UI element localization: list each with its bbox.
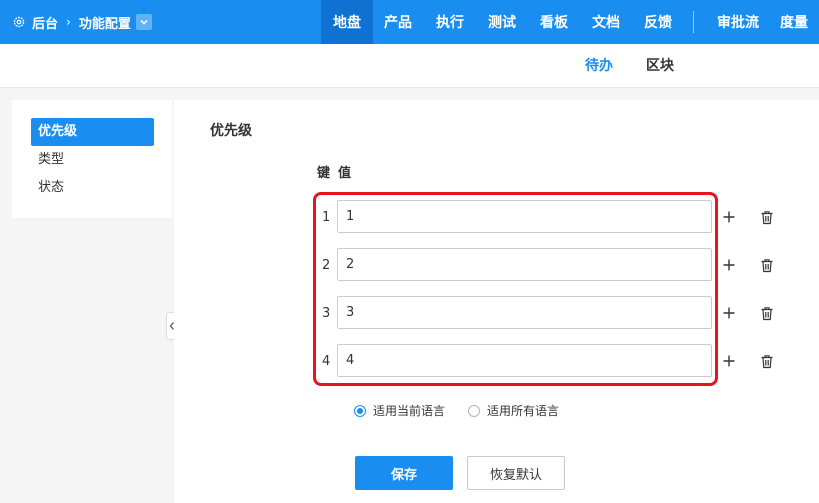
- plus-icon[interactable]: [720, 208, 738, 226]
- main-panel: 优先级 键 值 1 2 3 4 适用当前语言 适用所有语言: [174, 100, 819, 503]
- breadcrumb-current[interactable]: 功能配置: [79, 13, 131, 32]
- value-column-header: 值: [338, 166, 352, 181]
- breadcrumb: 后台 › 功能配置: [12, 0, 152, 44]
- value-input-4[interactable]: [337, 344, 712, 377]
- tab-todo[interactable]: 待办: [585, 44, 613, 88]
- save-button[interactable]: 保存: [355, 456, 453, 490]
- row-key-2: 2: [322, 258, 331, 273]
- radio-dot[interactable]: [468, 404, 480, 417]
- radio-label-all-languages: 适用所有语言: [487, 404, 560, 418]
- top-navbar: 后台 › 功能配置 地盘 产品 执行 测试 看板 文档 反馈 审批流 度量: [0, 0, 819, 44]
- breadcrumb-root[interactable]: 后台: [32, 13, 58, 32]
- plus-icon[interactable]: [720, 352, 738, 370]
- sidebar-item-priority[interactable]: 优先级: [31, 118, 154, 146]
- nav-divider: [693, 11, 694, 33]
- trash-icon[interactable]: [758, 256, 776, 274]
- sidebar-item-type[interactable]: 类型: [31, 146, 154, 174]
- row-key-4: 4: [322, 354, 331, 369]
- sidebar-item-status[interactable]: 状态: [31, 174, 154, 202]
- nav-item-test[interactable]: 测试: [479, 0, 525, 44]
- value-input-2[interactable]: [337, 248, 712, 281]
- nav-item-feedback[interactable]: 反馈: [635, 0, 681, 44]
- sidebar: 优先级 类型 状态: [12, 100, 172, 218]
- nav-item-doc[interactable]: 文档: [583, 0, 629, 44]
- reset-default-button[interactable]: 恢复默认: [467, 456, 565, 490]
- trash-icon[interactable]: [758, 352, 776, 370]
- chevron-down-icon[interactable]: [135, 14, 152, 30]
- chevron-right-icon: ›: [66, 15, 71, 29]
- nav-item-approval[interactable]: 审批流: [705, 0, 771, 44]
- tab-block[interactable]: 区块: [646, 44, 674, 88]
- value-input-1[interactable]: [337, 200, 712, 233]
- trash-icon[interactable]: [758, 304, 776, 322]
- plus-icon[interactable]: [720, 304, 738, 322]
- nav-item-metrics[interactable]: 度量: [772, 0, 816, 44]
- nav-item-dashboard[interactable]: 地盘: [321, 0, 373, 44]
- key-column-header: 键: [317, 166, 331, 181]
- nav-item-product[interactable]: 产品: [375, 0, 421, 44]
- value-input-3[interactable]: [337, 296, 712, 329]
- nav-item-kanban[interactable]: 看板: [531, 0, 577, 44]
- radio-dot[interactable]: [354, 404, 366, 417]
- radio-all-languages[interactable]: 适用所有语言: [468, 402, 559, 419]
- trash-icon[interactable]: [758, 208, 776, 226]
- sub-navbar: 待办 区块: [0, 44, 819, 88]
- plus-icon[interactable]: [720, 256, 738, 274]
- radio-label-current-language: 适用当前语言: [373, 404, 446, 418]
- page-title: 优先级: [210, 123, 252, 139]
- nav-item-execution[interactable]: 执行: [427, 0, 473, 44]
- row-key-1: 1: [322, 210, 331, 225]
- gear-icon[interactable]: [12, 15, 26, 29]
- radio-current-language[interactable]: 适用当前语言: [354, 402, 445, 419]
- row-key-3: 3: [322, 306, 331, 321]
